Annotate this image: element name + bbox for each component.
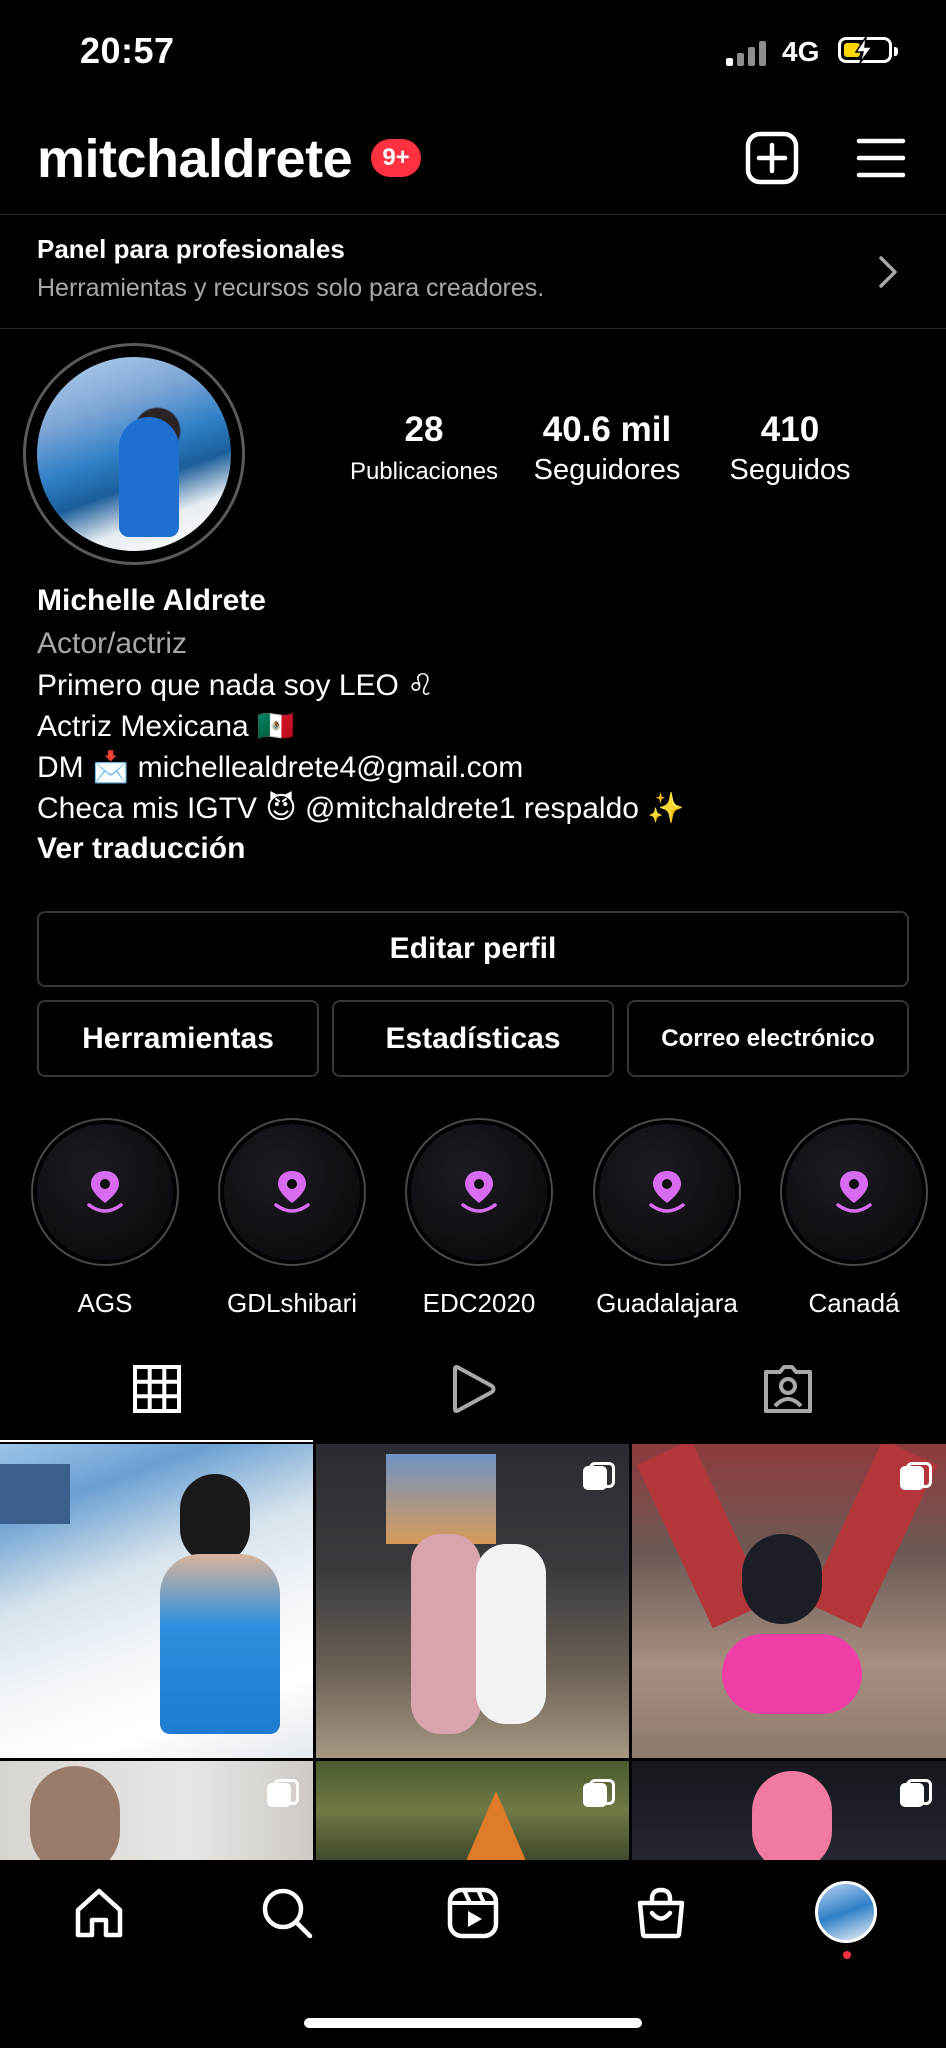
status-time: 20:57 xyxy=(80,30,175,71)
location-pin-icon xyxy=(836,1171,872,1213)
stat-posts-count: 28 xyxy=(404,410,444,449)
battery-icon xyxy=(838,37,898,63)
stat-posts-label: Publicaciones xyxy=(349,458,499,485)
insights-button[interactable]: Estadísticas xyxy=(332,1000,614,1077)
see-translation-link[interactable]: Ver traducción xyxy=(37,832,245,866)
post-thumbnail[interactable] xyxy=(0,1761,313,1860)
post-thumbnail[interactable] xyxy=(0,1444,313,1758)
profile-tab-avatar[interactable] xyxy=(815,1881,877,1943)
stat-followers[interactable]: 40.6 mil Seguidores xyxy=(520,410,694,487)
shop-icon[interactable] xyxy=(634,1886,688,1945)
grid-tab[interactable] xyxy=(132,1364,182,1419)
post-thumbnail[interactable] xyxy=(632,1444,946,1758)
post-thumbnail[interactable] xyxy=(316,1444,629,1758)
edit-profile-button[interactable]: Editar perfil xyxy=(37,911,909,987)
highlight-label: Guadalajara xyxy=(596,1288,738,1318)
notification-dot xyxy=(843,1951,851,1959)
create-post-icon[interactable] xyxy=(744,130,800,191)
professional-dashboard-row[interactable]: Panel para profesionales Herramientas y … xyxy=(0,215,946,328)
highlight-label: GDLshibari xyxy=(226,1288,358,1318)
reels-icon[interactable] xyxy=(446,1886,500,1945)
home-indicator xyxy=(304,2018,642,2028)
bio-line: Actriz Mexicana 🇲🇽 xyxy=(37,710,295,743)
multiple-posts-icon xyxy=(267,1779,299,1807)
stat-following-label: Seguidos xyxy=(729,454,851,486)
stat-following-count: 410 xyxy=(760,410,820,449)
divider xyxy=(0,328,946,329)
menu-icon[interactable] xyxy=(856,136,906,185)
grid-icon xyxy=(133,1365,181,1413)
tools-button[interactable]: Herramientas xyxy=(37,1000,319,1077)
profile-category: Actor/actriz xyxy=(37,627,188,660)
chevron-right-icon xyxy=(879,256,897,288)
stat-following[interactable]: 410 Seguidos xyxy=(712,410,868,487)
post-thumbnail[interactable] xyxy=(632,1761,946,1860)
story-highlight[interactable]: EDC2020 xyxy=(405,1118,553,1319)
email-button[interactable]: Correo electrónico xyxy=(627,1000,909,1077)
bio-line[interactable]: DM 📩 michellealdrete4@gmail.com xyxy=(37,750,523,785)
multiple-posts-icon xyxy=(583,1462,615,1490)
home-icon[interactable] xyxy=(72,1886,126,1945)
location-pin-icon xyxy=(461,1171,497,1213)
highlight-label: Canadá xyxy=(808,1288,900,1318)
highlight-label: AGS xyxy=(77,1288,133,1318)
highlight-label: EDC2020 xyxy=(422,1288,536,1318)
profile-name: Michelle Aldrete xyxy=(37,584,266,617)
location-pin-icon xyxy=(649,1171,685,1213)
bio-line: Primero que nada soy LEO ♌ xyxy=(37,669,435,702)
panel-subtitle: Herramientas y recursos solo para creado… xyxy=(37,274,545,302)
story-highlight[interactable]: GDLshibari xyxy=(218,1118,366,1319)
cellular-signal-icon xyxy=(726,40,766,66)
story-highlight[interactable]: Guadalajara xyxy=(593,1118,741,1319)
tagged-icon xyxy=(764,1365,812,1413)
bio-line[interactable]: Checa mis IGTV 😈 @mitchaldrete1 respaldo… xyxy=(37,791,685,826)
multiple-posts-icon xyxy=(900,1779,932,1807)
notification-badge[interactable]: 9+ xyxy=(371,139,421,177)
network-type: 4G xyxy=(782,36,820,67)
location-pin-icon xyxy=(274,1171,310,1213)
reels-tab[interactable] xyxy=(447,1364,497,1419)
active-tab-indicator xyxy=(0,1440,313,1442)
panel-title: Panel para profesionales xyxy=(37,234,345,264)
stat-followers-label: Seguidores xyxy=(533,454,681,486)
profile-username[interactable]: mitchaldrete xyxy=(37,128,353,190)
stat-followers-count: 40.6 mil xyxy=(542,410,672,449)
story-highlight[interactable]: AGS xyxy=(31,1118,179,1319)
tagged-tab[interactable] xyxy=(762,1364,814,1419)
search-icon[interactable] xyxy=(260,1886,314,1945)
story-highlight[interactable]: Canadá xyxy=(780,1118,928,1319)
post-thumbnail[interactable] xyxy=(316,1761,629,1860)
reels-play-icon xyxy=(453,1365,496,1413)
stat-posts[interactable]: 28 Publicaciones xyxy=(340,410,508,486)
profile-avatar[interactable] xyxy=(37,357,231,551)
multiple-posts-icon xyxy=(583,1779,615,1807)
location-pin-icon xyxy=(87,1171,123,1213)
multiple-posts-icon xyxy=(900,1462,932,1490)
